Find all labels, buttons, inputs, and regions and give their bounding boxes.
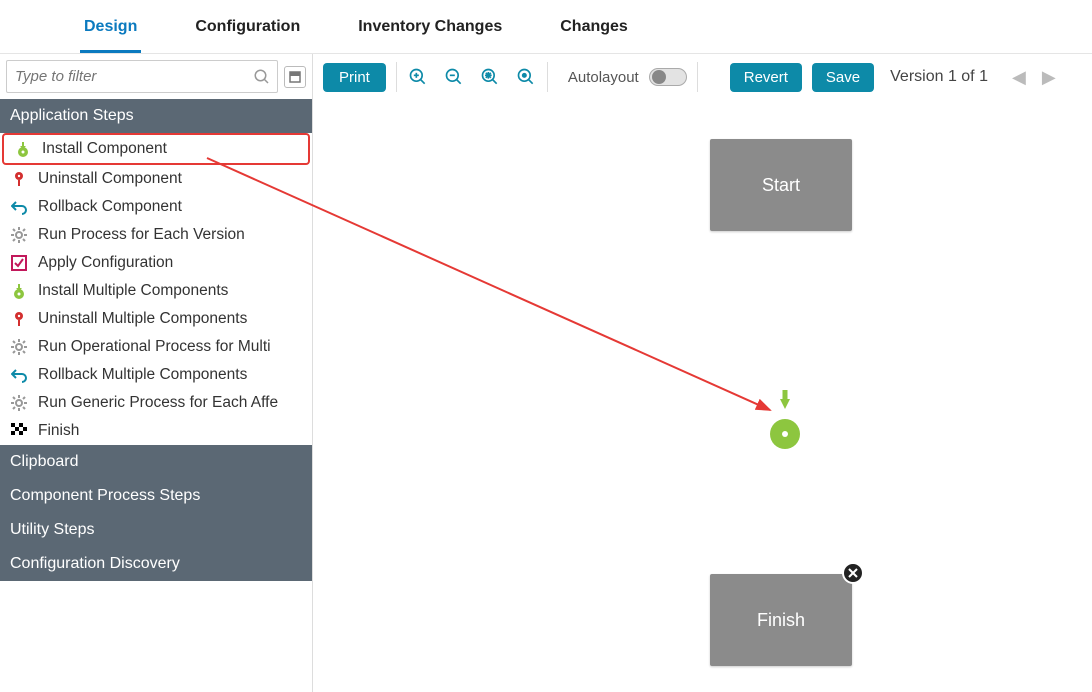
section-application-steps[interactable]: Application Steps bbox=[0, 99, 312, 133]
app-root: Design Configuration Inventory Changes C… bbox=[0, 0, 1092, 692]
step-run-process-each-version[interactable]: Run Process for Each Version bbox=[0, 221, 312, 249]
step-uninstall-component[interactable]: Uninstall Component bbox=[0, 165, 312, 193]
gear-icon bbox=[10, 226, 28, 244]
node-label: Start bbox=[762, 175, 800, 196]
step-label: Run Process for Each Version bbox=[38, 226, 245, 244]
step-rollback-multiple-components[interactable]: Rollback Multiple Components bbox=[0, 361, 312, 389]
zoom-fit-icon[interactable] bbox=[479, 66, 501, 88]
uninstall-icon bbox=[10, 310, 28, 328]
sidebar: Application Steps Install Component Unin… bbox=[0, 54, 313, 692]
step-label: Uninstall Component bbox=[38, 170, 182, 188]
zoom-in-icon[interactable] bbox=[407, 66, 429, 88]
tab-configuration[interactable]: Configuration bbox=[191, 10, 304, 53]
step-apply-configuration[interactable]: Apply Configuration bbox=[0, 249, 312, 277]
rollback-icon bbox=[10, 198, 28, 216]
version-next-icon[interactable]: ▶ bbox=[1042, 67, 1056, 88]
step-install-component[interactable]: Install Component bbox=[2, 133, 310, 165]
collapse-sidebar-button[interactable] bbox=[284, 66, 306, 88]
step-run-generic-process[interactable]: Run Generic Process for Each Affe bbox=[0, 389, 312, 417]
autolayout-control: Autolayout bbox=[558, 62, 698, 92]
canvas-toolbar: Print Autolayout bbox=[313, 54, 1092, 100]
step-label: Uninstall Multiple Components bbox=[38, 310, 247, 328]
save-button[interactable]: Save bbox=[812, 63, 874, 92]
section-configuration-discovery[interactable]: Configuration Discovery bbox=[0, 547, 312, 581]
tab-design[interactable]: Design bbox=[80, 10, 141, 53]
zoom-out-icon[interactable] bbox=[443, 66, 465, 88]
zoom-controls bbox=[396, 62, 548, 92]
checklist-icon bbox=[10, 254, 28, 272]
step-label: Run Operational Process for Multi bbox=[38, 338, 271, 356]
node-finish[interactable]: Finish bbox=[710, 574, 852, 666]
revert-button[interactable]: Revert bbox=[730, 63, 802, 92]
step-label: Install Multiple Components bbox=[38, 282, 228, 300]
step-uninstall-multiple-components[interactable]: Uninstall Multiple Components bbox=[0, 305, 312, 333]
autolayout-toggle[interactable] bbox=[649, 68, 687, 86]
section-component-process-steps[interactable]: Component Process Steps bbox=[0, 479, 312, 513]
section-utility-steps[interactable]: Utility Steps bbox=[0, 513, 312, 547]
tab-changes[interactable]: Changes bbox=[556, 10, 632, 53]
step-label: Apply Configuration bbox=[38, 254, 173, 272]
install-icon bbox=[14, 140, 32, 158]
step-finish[interactable]: Finish bbox=[0, 417, 312, 445]
filter-wrap bbox=[6, 60, 278, 93]
finish-flag-icon bbox=[10, 422, 28, 440]
autolayout-label: Autolayout bbox=[568, 69, 639, 86]
main-body: Application Steps Install Component Unin… bbox=[0, 54, 1092, 692]
gear-icon bbox=[10, 338, 28, 356]
application-steps-list: Install Component Uninstall Component Ro… bbox=[0, 133, 312, 445]
node-label: Finish bbox=[757, 610, 805, 631]
tab-inventory-changes[interactable]: Inventory Changes bbox=[354, 10, 506, 53]
tab-bar: Design Configuration Inventory Changes C… bbox=[0, 0, 1092, 54]
version-prev-icon[interactable]: ◀ bbox=[1012, 67, 1026, 88]
step-rollback-component[interactable]: Rollback Component bbox=[0, 193, 312, 221]
version-nav: ◀ ▶ bbox=[1012, 67, 1056, 88]
step-label: Run Generic Process for Each Affe bbox=[38, 394, 278, 412]
step-install-multiple-components[interactable]: Install Multiple Components bbox=[0, 277, 312, 305]
uninstall-icon bbox=[10, 170, 28, 188]
print-button[interactable]: Print bbox=[323, 63, 386, 92]
gear-icon bbox=[10, 394, 28, 412]
design-canvas[interactable]: Print Autolayout bbox=[313, 54, 1092, 692]
step-run-operational-process[interactable]: Run Operational Process for Multi bbox=[0, 333, 312, 361]
node-start[interactable]: Start bbox=[710, 139, 852, 231]
filter-input[interactable] bbox=[7, 61, 251, 92]
zoom-reset-icon[interactable] bbox=[515, 66, 537, 88]
node-delete-button[interactable] bbox=[842, 562, 864, 584]
install-icon bbox=[10, 282, 28, 300]
step-label: Rollback Multiple Components bbox=[38, 366, 247, 384]
step-label: Finish bbox=[38, 422, 79, 440]
drop-indicator bbox=[770, 419, 800, 449]
step-label: Rollback Component bbox=[38, 198, 182, 216]
search-icon[interactable] bbox=[251, 66, 273, 88]
rollback-icon bbox=[10, 366, 28, 384]
filter-row bbox=[0, 54, 312, 99]
section-clipboard[interactable]: Clipboard bbox=[0, 445, 312, 479]
version-label: Version 1 of 1 bbox=[890, 68, 988, 86]
step-label: Install Component bbox=[42, 140, 167, 158]
